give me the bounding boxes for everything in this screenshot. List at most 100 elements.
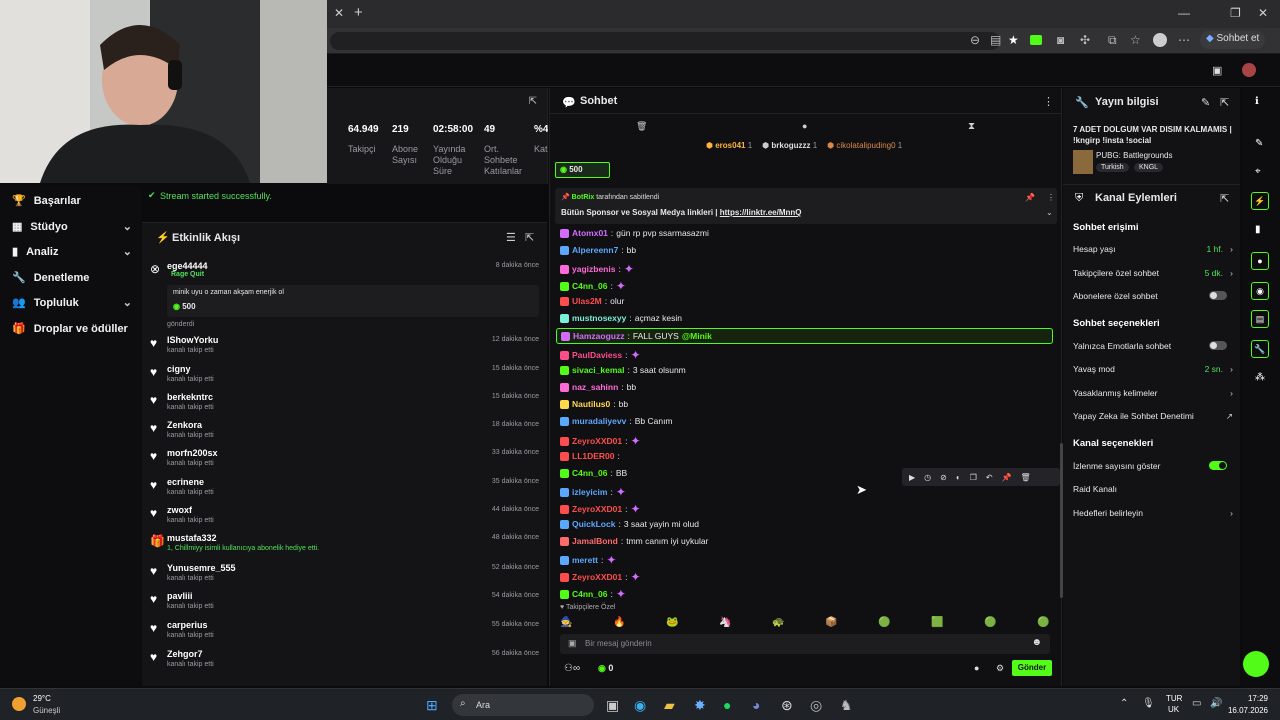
- puzzle-icon[interactable]: ✣: [1080, 33, 1090, 47]
- chat-settings-icon[interactable]: ●: [974, 663, 979, 673]
- emote[interactable]: 🐸: [666, 617, 678, 631]
- chat-username[interactable]: C4nn_06: [572, 468, 607, 478]
- pinned-link[interactable]: https://linktr.ee/MnnQ: [720, 208, 802, 217]
- chat-username[interactable]: LL1DER00: [572, 451, 615, 461]
- chat-message[interactable]: QuickLock:3 saat yayin mi olud: [560, 519, 699, 529]
- sidebar-item-achievements[interactable]: 🏆 Başarılar: [12, 194, 132, 208]
- ban-icon[interactable]: ⊘: [940, 473, 947, 482]
- rail-button-list[interactable]: ▤: [1251, 310, 1269, 328]
- chat-username[interactable]: JamalBond: [572, 536, 618, 546]
- chat-username[interactable]: Atomx01: [572, 228, 608, 238]
- info-icon[interactable]: ℹ: [1255, 96, 1259, 107]
- unpin-icon[interactable]: 📌: [1025, 193, 1035, 202]
- hourglass-icon[interactable]: ⧗: [968, 121, 975, 132]
- play-icon[interactable]: ▶: [909, 473, 915, 482]
- language-indicator[interactable]: TUR: [1166, 694, 1182, 703]
- chevron-up-icon[interactable]: ⌃: [1120, 698, 1128, 709]
- chat-message[interactable]: ZeyroXXD01: ✦: [560, 502, 641, 516]
- top-gifter[interactable]: ⬢ brkoguzzz 1: [762, 141, 817, 150]
- chevron-down-icon[interactable]: ⌄: [1046, 208, 1053, 217]
- chat-icon[interactable]: ●: [802, 121, 807, 131]
- chat-message[interactable]: yagizbenis: ✦: [560, 262, 634, 276]
- sidebar-item-moderation[interactable]: 🔧 Denetleme: [12, 271, 132, 285]
- chat-mention[interactable]: @Minik: [682, 331, 712, 341]
- chat-username[interactable]: QuickLock: [572, 519, 615, 529]
- more-menu-icon[interactable]: ⋯: [1178, 33, 1190, 47]
- trash-icon[interactable]: 🗑: [636, 121, 647, 132]
- sidebar-item-drops[interactable]: 🎁 Droplar ve ödüller: [12, 322, 132, 336]
- extension-icon[interactable]: [1030, 35, 1042, 45]
- chat-username[interactable]: merett: [572, 555, 598, 565]
- stream-category[interactable]: PUBG: Battlegrounds: [1096, 151, 1172, 160]
- emote[interactable]: 🦄: [719, 617, 731, 631]
- rail-button-broadcast[interactable]: ◉: [1251, 282, 1269, 300]
- chat-username[interactable]: sivaci_kemal: [572, 365, 624, 375]
- send-button[interactable]: Gönder: [1012, 660, 1052, 676]
- chat-username[interactable]: PaulDaviess: [572, 350, 622, 360]
- chat-username[interactable]: izleyicim: [572, 487, 607, 497]
- rail-button-chat[interactable]: ●: [1251, 252, 1269, 270]
- infinity-icon[interactable]: ⚇∞: [564, 663, 580, 674]
- maximize-icon[interactable]: ❐: [1230, 6, 1241, 20]
- edge-icon[interactable]: ◉: [634, 697, 646, 714]
- bookmark-star-icon[interactable]: ★: [1008, 33, 1019, 47]
- chat-message[interactable]: merett: ✦: [560, 553, 616, 567]
- windows-start-icon[interactable]: ⊞: [426, 697, 438, 714]
- clock-icon[interactable]: ◷: [924, 473, 931, 482]
- discord-icon[interactable]: ◕: [752, 697, 760, 713]
- more-vertical-icon[interactable]: ⋮: [1047, 193, 1055, 202]
- chat-message[interactable]: Nautilus0: bb: [560, 399, 628, 409]
- chat-message[interactable]: Ulas2M: olur: [560, 296, 624, 306]
- toggle-switch[interactable]: [1209, 341, 1227, 350]
- more-vertical-icon[interactable]: ⋮: [1043, 95, 1054, 108]
- extension-icon[interactable]: ◙: [1057, 33, 1064, 47]
- app-icon[interactable]: ⊛: [781, 697, 793, 714]
- edit-icon[interactable]: ✎: [1255, 138, 1263, 149]
- setting-slow-mode[interactable]: Yavaş mod 2 sn. ›: [1073, 364, 1233, 374]
- chat-username[interactable]: C4nn_06: [572, 281, 607, 291]
- reply-icon[interactable]: ◐: [956, 473, 961, 482]
- setting-ai-moderation[interactable]: Yapay Zeka ile Sohbet Denetimi ↗: [1073, 411, 1233, 421]
- setting-account-age[interactable]: Hesap yaşı 1 hf. ›: [1073, 244, 1233, 254]
- address-bar[interactable]: [330, 32, 1000, 50]
- popout-icon[interactable]: ⇱: [1220, 96, 1229, 109]
- setting-banned-words[interactable]: Yasaklanmış kelimeler ›: [1073, 388, 1233, 398]
- popout-icon[interactable]: ⇱: [1220, 192, 1229, 205]
- chat-username[interactable]: yagizbenis: [572, 264, 615, 274]
- app-icon[interactable]: ♞: [840, 697, 853, 714]
- chat-message[interactable]: C4nn_06: ✦: [560, 279, 626, 293]
- chat-message[interactable]: muradaliyevv: Bb Canım: [560, 416, 673, 426]
- emote[interactable]: 🟢: [1037, 617, 1049, 631]
- top-gifter[interactable]: ⬢ eros041 1: [706, 141, 752, 150]
- emote[interactable]: 🔥: [613, 617, 625, 631]
- rail-button-wrench[interactable]: 🔧: [1251, 340, 1269, 358]
- chat-message[interactable]: sivaci_kemal:3 saat olsunm: [560, 365, 686, 375]
- chat-username[interactable]: muradaliyevv: [572, 416, 626, 426]
- chat-message[interactable]: LL1DER00:: [560, 451, 620, 461]
- chat-message[interactable]: PaulDaviess: ✦: [560, 348, 641, 362]
- chat-username[interactable]: mustnosexyy: [572, 313, 626, 323]
- volume-icon[interactable]: 🔊: [1210, 698, 1222, 709]
- copilot-button[interactable]: ◆ Sohbet et: [1200, 31, 1266, 49]
- setting-followers-only[interactable]: Takipçilere özel sohbet 5 dk. ›: [1073, 268, 1233, 278]
- app-icon[interactable]: ✸: [694, 697, 706, 714]
- chat-username[interactable]: Nautilus0: [572, 399, 610, 409]
- zoom-icon[interactable]: ⊖: [970, 33, 980, 47]
- chat-message[interactable]: mustnosexyy: açmaz kesin: [560, 313, 682, 323]
- trash-icon[interactable]: ▮: [1255, 224, 1261, 235]
- chat-message[interactable]: C4nn_06: ✦: [560, 587, 626, 601]
- filter-icon[interactable]: ☰: [506, 231, 516, 244]
- undo-icon[interactable]: ↶: [986, 473, 993, 482]
- mic-icon[interactable]: 🎙: [1142, 698, 1155, 709]
- minimize-icon[interactable]: —: [1178, 6, 1190, 20]
- help-bubble[interactable]: [1243, 651, 1269, 677]
- top-gifter[interactable]: ⬢ cikolatalipuding0 1: [827, 141, 902, 150]
- chat-input[interactable]: ▣ Bir mesaj gönderin ☻: [560, 634, 1050, 654]
- copy-icon[interactable]: ❐: [970, 473, 977, 482]
- setting-subs-only[interactable]: Abonelere özel sohbet: [1073, 291, 1233, 301]
- chat-message[interactable]: naz_sahinn: bb: [560, 382, 636, 392]
- popout-icon[interactable]: ⇱: [525, 231, 534, 244]
- crosshair-icon[interactable]: ⌖: [1255, 166, 1261, 177]
- gear-icon[interactable]: ⚙: [996, 663, 1004, 674]
- setting-show-viewers[interactable]: İzlenme sayısını göster: [1073, 461, 1233, 471]
